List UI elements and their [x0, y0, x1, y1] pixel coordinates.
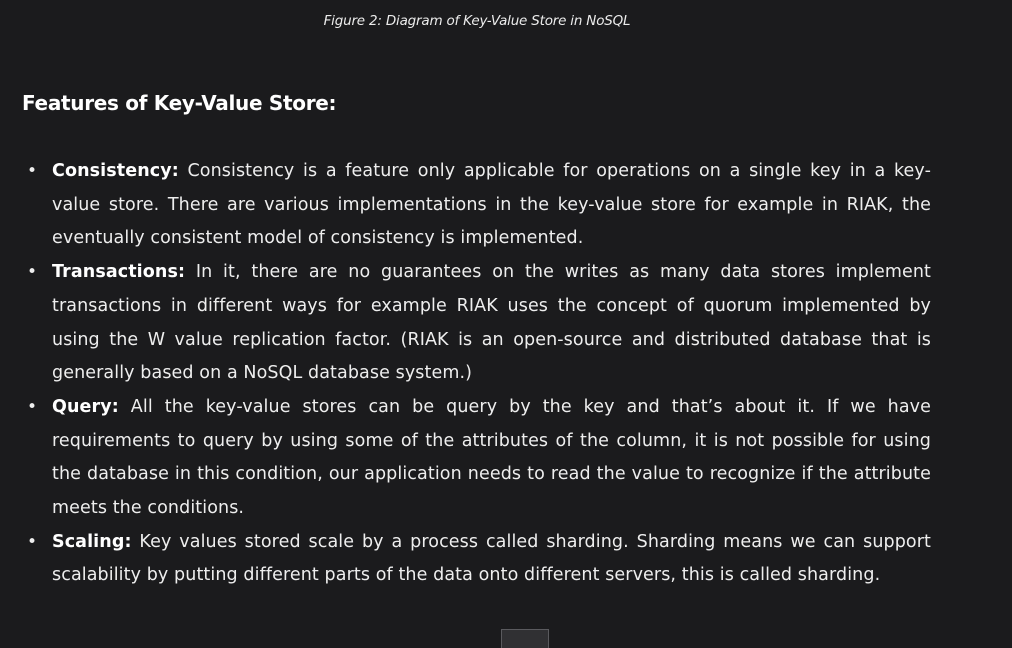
feature-description: All the key-value stores can be query by… [52, 396, 931, 519]
list-item-transactions: • Transactions: In it, there are no guara… [27, 256, 931, 391]
scroll-to-top-button[interactable] [501, 629, 549, 648]
list-item-scaling: • Scaling: Key values stored scale by a p… [27, 526, 931, 593]
bullet-icon: • [27, 161, 38, 181]
feature-term: Transactions: [52, 262, 186, 283]
figure-caption: Figure 2: Diagram of Key-Value Store in … [323, 13, 631, 29]
feature-term: Consistency: [52, 161, 179, 181]
section-heading: Features of Key-Value Store: [22, 91, 337, 115]
bullet-icon: • [27, 531, 38, 552]
bullet-icon: • [27, 396, 38, 417]
features-list: • Consistency: Consistency is a feature o… [27, 155, 931, 593]
list-item-query: • Query: All the key-value stores can be … [27, 391, 931, 526]
list-item-consistency: • Consistency: Consistency is a feature o… [27, 155, 931, 256]
feature-description: Consistency is a feature only applicable… [52, 161, 931, 249]
feature-term: Scaling: [52, 531, 132, 552]
feature-description: Key values stored scale by a process cal… [52, 531, 931, 586]
bullet-icon: • [27, 262, 38, 283]
feature-term: Query: [52, 396, 119, 417]
